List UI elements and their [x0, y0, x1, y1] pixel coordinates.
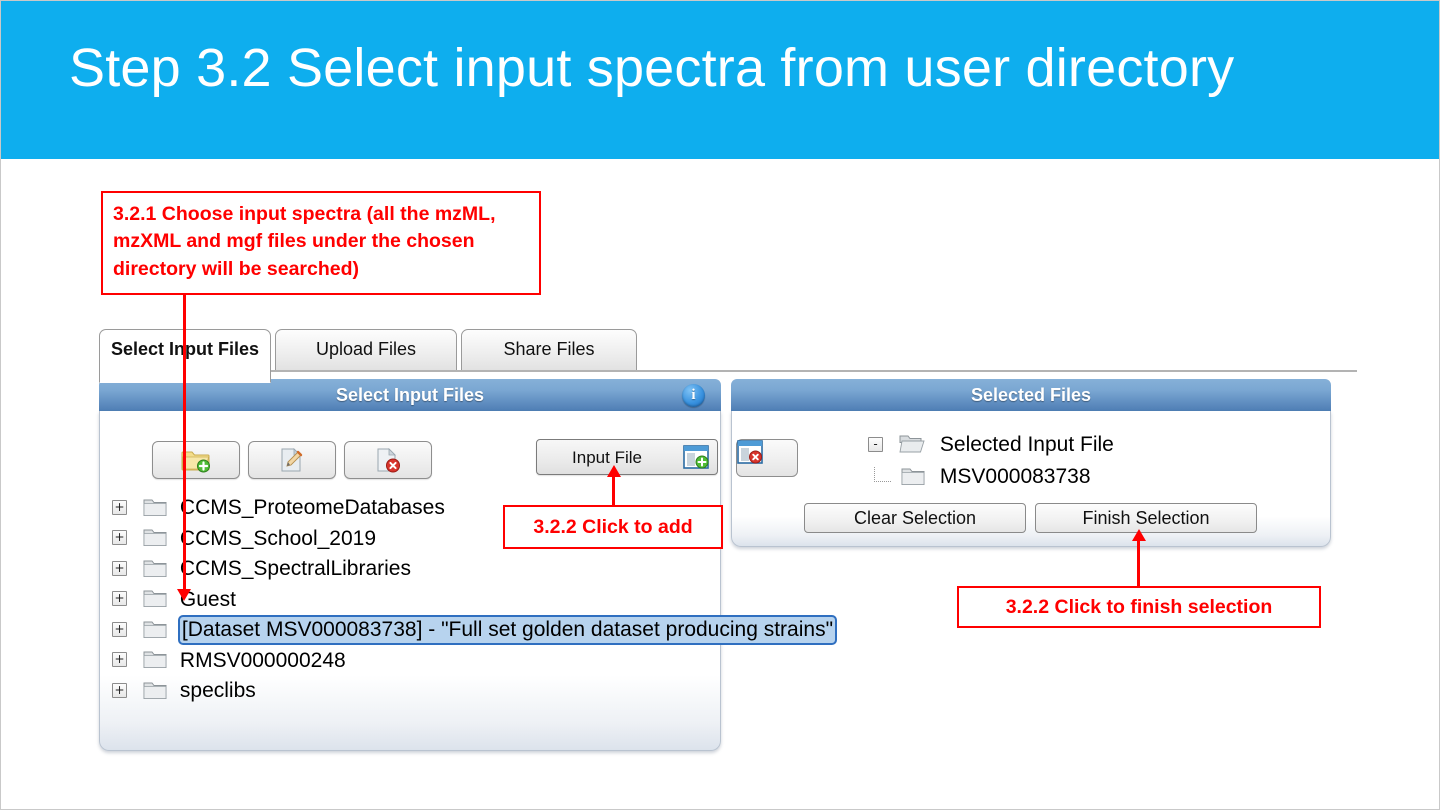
folder-icon: [143, 590, 171, 608]
expand-plus-icon[interactable]: +: [112, 499, 127, 515]
page-delete-icon: [374, 447, 402, 473]
folder-icon: [143, 651, 171, 669]
expand-plus-icon[interactable]: +: [112, 591, 127, 607]
selected-files-tree: - Selected Input File MSV000083738: [860, 429, 1114, 493]
expand-plus-icon[interactable]: +: [112, 560, 127, 576]
tree-connector-line: [874, 466, 891, 482]
tree-row-label: CCMS_School_2019: [179, 526, 377, 550]
right-panel-body: - Selected Input File MSV000083738 Clear…: [731, 411, 1331, 547]
tree-row-label: CCMS_ProteomeDatabases: [179, 496, 445, 519]
page-title: Step 3.2 Select input spectra from user …: [69, 38, 1235, 98]
annotation-callout-choose-input-spectra: 3.2.1 Choose input spectra (all the mzML…: [101, 191, 541, 295]
expand-plus-icon[interactable]: +: [112, 530, 127, 546]
tab-upload-files[interactable]: Upload Files: [275, 329, 457, 371]
folder-icon: [143, 621, 171, 638]
tree-row-label: [Dataset MSV000083738] - "Full set golde…: [177, 615, 838, 645]
finish-selection-button[interactable]: Finish Selection: [1035, 503, 1257, 533]
selected-tree-child-row[interactable]: MSV000083738: [860, 461, 1114, 493]
annotation-arrow-3-head: [1132, 529, 1146, 541]
left-panel-header: Select Input Files i: [99, 379, 721, 411]
right-panel-title: Selected Files: [970, 385, 1092, 405]
info-icon[interactable]: i: [682, 384, 705, 407]
expand-plus-icon[interactable]: +: [112, 621, 127, 637]
tree-row-selected[interactable]: + [Dataset MSV000083738] - "Full set gol…: [104, 615, 838, 646]
right-panel-header: Selected Files: [731, 379, 1331, 411]
input-file-button[interactable]: Input File: [536, 439, 718, 475]
new-folder-button[interactable]: [152, 441, 240, 479]
annotation-arrow-1-head: [177, 589, 191, 601]
annotation-arrow-3-line: [1137, 541, 1140, 586]
annotation-callout-click-to-add: 3.2.2 Click to add: [503, 505, 723, 549]
tree-row[interactable]: + speclibs: [104, 676, 718, 707]
slide-canvas: Step 3.2 Select input spectra from user …: [0, 0, 1440, 810]
delete-button[interactable]: [344, 441, 432, 479]
annotation-arrow-2-line: [612, 477, 615, 505]
title-banner: Step 3.2 Select input spectra from user …: [1, 1, 1439, 159]
rename-edit-button[interactable]: [248, 441, 336, 479]
open-folder-icon: [899, 435, 929, 453]
page-pencil-icon: [278, 447, 306, 473]
tree-row[interactable]: + CCMS_SpectralLibraries: [104, 554, 718, 585]
tab-bar: Select Input Files Upload Files Share Fi…: [99, 329, 1357, 383]
selected-tree-root-row[interactable]: - Selected Input File: [860, 429, 1114, 461]
folder-icon: [143, 529, 171, 547]
selected-tree-root-label: Selected Input File: [939, 433, 1114, 456]
add-input-file-icon: [683, 445, 709, 469]
expand-plus-icon[interactable]: +: [112, 682, 127, 698]
tab-share-files[interactable]: Share Files: [461, 329, 637, 371]
folder-icon: [901, 468, 929, 485]
annotation-arrow-1-line: [183, 293, 186, 589]
folder-icon: [143, 499, 171, 516]
tab-bar-underline: [99, 370, 1357, 372]
left-panel-title: Select Input Files: [335, 385, 485, 405]
collapse-minus-icon[interactable]: -: [868, 436, 883, 452]
clear-selection-button[interactable]: Clear Selection: [804, 503, 1026, 533]
left-panel-body: Input File + CCMS_ProteomeDatabases + CC…: [99, 411, 838, 751]
tree-row[interactable]: + Guest: [104, 585, 718, 616]
folder-icon: [143, 560, 171, 577]
tree-row-label: CCMS_SpectralLibraries: [179, 557, 411, 580]
annotation-arrow-2-head: [607, 465, 621, 477]
expand-plus-icon[interactable]: +: [112, 652, 127, 668]
folder-icon: [143, 682, 171, 699]
selected-tree-child-label: MSV000083738: [939, 465, 1091, 488]
remove-selected-file-button[interactable]: [736, 439, 798, 477]
tree-row-label: RMSV000000248: [179, 648, 346, 672]
annotation-callout-click-to-finish: 3.2.2 Click to finish selection: [957, 586, 1321, 628]
tree-row-label: speclibs: [179, 679, 256, 702]
tree-row[interactable]: + RMSV000000248: [104, 646, 718, 677]
remove-file-icon: [737, 440, 797, 464]
